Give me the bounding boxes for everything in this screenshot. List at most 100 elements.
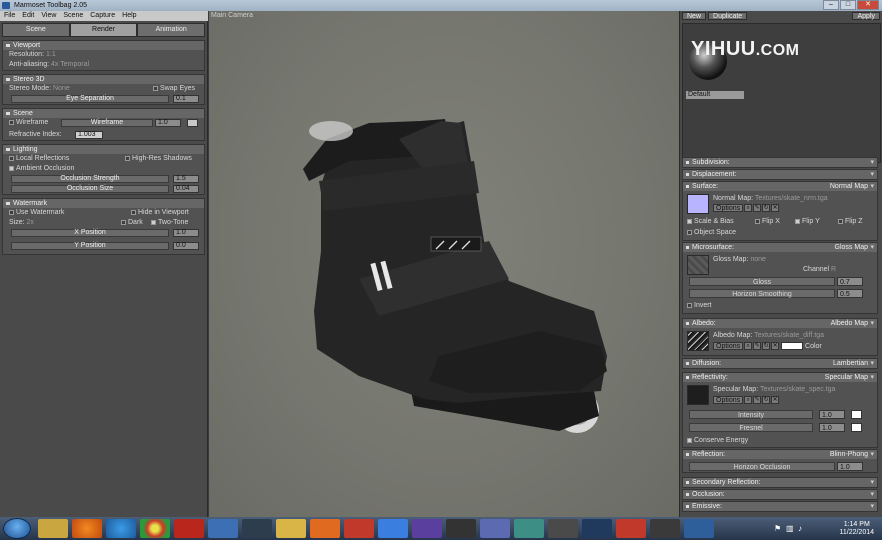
gloss-value[interactable]: 0.7 [837,277,863,286]
volume-icon[interactable]: ♪ [798,524,802,533]
stereo-section-header[interactable]: Stereo 3D [3,75,204,84]
edit-icon[interactable]: ✎ [753,396,762,404]
app2-taskbar-icon[interactable] [412,519,442,538]
high-res-shadows-checkbox[interactable] [125,155,130,161]
zbrush-taskbar-icon[interactable] [548,519,578,538]
scene-section-header[interactable]: Scene [3,109,204,118]
intensity-value[interactable]: 1.0 [819,410,845,419]
horizon-smoothing-value[interactable]: 0.5 [837,289,863,298]
search-icon[interactable]: ⌕ [744,396,753,404]
app6-taskbar-icon[interactable] [684,519,714,538]
normal-map-path[interactable]: Textures/skate_nrm.tga [755,195,828,202]
surface-type-dropdown[interactable]: Normal Map [830,182,868,191]
close-button[interactable]: ✕ [857,0,879,10]
scale-bias-checkbox[interactable] [687,218,692,224]
occlusion-size-value[interactable]: 0.04 [173,185,199,193]
app5-taskbar-icon[interactable] [650,519,680,538]
reflectivity-type-dropdown[interactable]: Specular Map [825,373,868,382]
watermark-section-header[interactable]: Watermark [3,199,204,208]
tab-scene[interactable]: Scene [2,23,70,37]
horizon-occlusion-slider[interactable]: Horizon Occlusion [689,462,835,471]
x-position-value[interactable]: 1.0 [173,229,199,237]
menu-edit[interactable]: Edit [22,11,34,21]
lighting-section-header[interactable]: Lighting [3,145,204,154]
occlusion-size-slider[interactable]: Occlusion Size [11,185,169,193]
filezilla-taskbar-icon[interactable] [174,519,204,538]
app4-taskbar-icon[interactable] [616,519,646,538]
subdivision-header[interactable]: Subdivision: ▾ [683,158,877,167]
emissive-header[interactable]: Emissive: ▾ [683,502,877,511]
resolution-dropdown[interactable]: 1:1 [46,51,56,58]
albedo-map-path[interactable]: Textures/skate_diff.tga [754,332,824,339]
wireframe-checkbox[interactable] [9,119,14,125]
channel-dropdown[interactable]: R [831,266,836,273]
horizon-occlusion-value[interactable]: 1.0 [837,462,863,471]
gloss-map-thumbnail[interactable] [687,255,709,275]
start-button[interactable] [3,518,31,539]
refresh-icon[interactable]: ↻ [762,342,771,350]
occlusion-header[interactable]: Occlusion: ▾ [683,490,877,499]
material-name-label[interactable]: Default [686,91,744,99]
search-icon[interactable]: ⌕ [744,342,753,350]
explorer-taskbar-icon[interactable] [38,519,68,538]
menu-capture[interactable]: Capture [90,11,115,21]
3d-viewport[interactable]: Main Camera [209,11,679,517]
remove-icon[interactable]: ✕ [771,396,780,404]
intensity-color-swatch[interactable] [851,410,862,419]
normal-map-thumbnail[interactable] [687,194,709,214]
viewport-section-header[interactable]: Viewport [3,41,204,50]
two-tone-checkbox[interactable] [151,219,156,225]
flip-x-checkbox[interactable] [755,218,760,224]
search-icon[interactable]: ⌕ [744,204,753,212]
menu-view[interactable]: View [41,11,56,21]
app-taskbar-icon[interactable] [208,519,238,538]
occlusion-strength-slider[interactable]: Occlusion Strength [11,175,169,183]
secondary-reflection-header[interactable]: Secondary Reflection: ▾ [683,478,877,487]
local-reflections-checkbox[interactable] [9,155,14,161]
maximize-button[interactable]: □ [840,0,856,10]
duplicate-material-button[interactable]: Duplicate [708,12,748,20]
network-icon[interactable]: ▥ [786,524,794,533]
albedo-header[interactable]: Albedo: Albedo Map ▾ [683,319,877,328]
fresnel-color-swatch[interactable] [851,423,862,432]
specular-map-path[interactable]: Textures/skate_spec.tga [760,386,836,393]
microsurface-header[interactable]: Microsurface: Gloss Map ▾ [683,243,877,252]
object-space-checkbox[interactable] [687,229,692,235]
reflectivity-header[interactable]: Reflectivity: Specular Map ▾ [683,373,877,382]
normal-options-button[interactable]: Options [713,204,744,212]
firefox-taskbar-icon[interactable] [72,519,102,538]
albedo-type-dropdown[interactable]: Albedo Map [831,319,868,328]
new-material-button[interactable]: New [682,12,707,20]
intensity-slider[interactable]: Intensity [689,410,813,419]
surface-header[interactable]: Surface: Normal Map ▾ [683,182,877,191]
monitor-taskbar-icon[interactable] [242,519,272,538]
gloss-map-path[interactable]: none [750,256,766,263]
hide-in-viewport-checkbox[interactable] [131,209,136,215]
media-taskbar-icon[interactable] [310,519,340,538]
files-taskbar-icon[interactable] [276,519,306,538]
jet-taskbar-icon[interactable] [344,519,374,538]
albedo-color-swatch[interactable] [781,342,804,350]
photoshop-taskbar-icon[interactable] [582,519,612,538]
material-list[interactable]: Default YIHUU.COM [682,23,881,163]
specular-map-thumbnail[interactable] [687,385,709,405]
paint-taskbar-icon[interactable] [514,519,544,538]
tab-render[interactable]: Render [69,23,138,37]
minimize-button[interactable]: – [823,0,839,10]
horizon-smoothing-slider[interactable]: Horizon Smoothing [689,289,835,298]
antialiasing-dropdown[interactable]: 4x Temporal [51,61,89,68]
refractive-value[interactable]: 1.003 [75,131,103,139]
app3-taskbar-icon[interactable] [480,519,510,538]
dark-checkbox[interactable] [121,219,126,225]
ie-taskbar-icon[interactable] [106,519,136,538]
watermark-size-dropdown[interactable]: 2x [27,219,34,226]
flip-z-checkbox[interactable] [838,218,843,224]
ambient-occlusion-checkbox[interactable] [9,165,14,171]
wireframe-value[interactable]: 1.0 [155,119,181,127]
fresnel-value[interactable]: 1.0 [819,423,845,432]
specular-options-button[interactable]: Options [713,396,744,404]
y-position-slider[interactable]: Y Position [11,242,169,250]
reflection-header[interactable]: Reflection: Blinn-Phong ▾ [683,450,877,459]
refresh-icon[interactable]: ↻ [762,204,771,212]
albedo-options-button[interactable]: Options [713,342,744,350]
